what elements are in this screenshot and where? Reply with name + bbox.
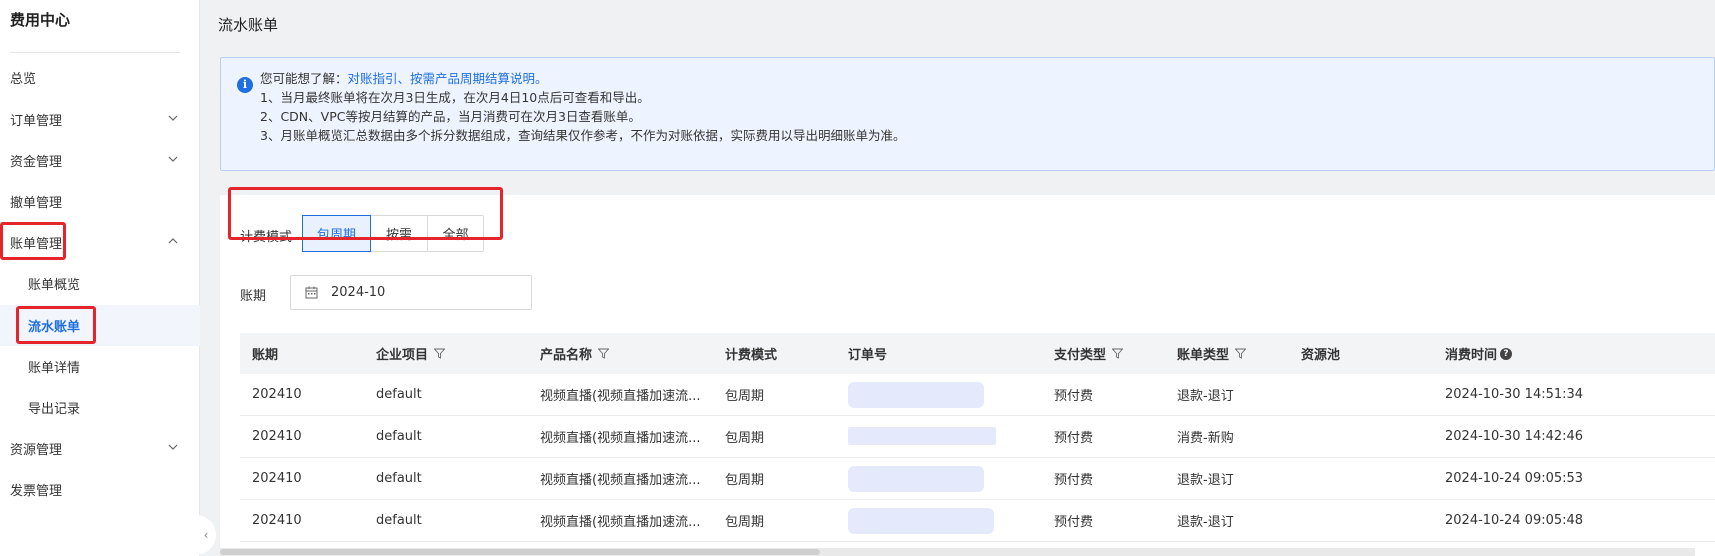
col-period: 账期 [252, 348, 279, 363]
chevron-down-icon [168, 115, 178, 121]
redacted-order-number [848, 508, 994, 534]
filter-icon[interactable] [1112, 348, 1124, 359]
highlight-box [16, 306, 96, 344]
transactions-table: 账期 企业项目 产品名称 计费模式 订单号 支付类型 账单类型 资源池 消费时间… [240, 333, 1715, 542]
cell-billing-mode: 包周期 [725, 431, 765, 446]
info-icon: i [237, 77, 253, 93]
sidebar-item-label: 导出记录 [28, 402, 81, 417]
sidebar-item-resources[interactable]: 资源管理 [0, 428, 200, 469]
cell-enterprise-project: default [376, 429, 422, 444]
cell-billing-mode: 包周期 [725, 389, 765, 404]
page-title: 流水账单 [218, 16, 279, 34]
col-order-number: 订单号 [848, 348, 888, 363]
sidebar-item-label: 总览 [10, 72, 37, 87]
cell-consumption-time: 2024-10-24 09:05:48 [1445, 513, 1584, 528]
sidebar-item-label: 发票管理 [10, 484, 63, 499]
cell-bill-type: 退款-退订 [1177, 515, 1234, 530]
sidebar: 费用中心 总览 订单管理 资金管理 撤单管理 账单管理 账单概览 流水账单 账单… [0, 0, 200, 556]
sidebar-item-label: 账单概览 [28, 278, 81, 293]
notice-line-1: 1、当月最终账单将在次月3日生成，在次月4日10点后可查看和导出。 [260, 90, 650, 105]
cell-product-name: 视频直播(视频直播加速流... [540, 515, 701, 530]
sidebar-item-label: 账单详情 [28, 361, 81, 376]
chevron-down-icon [168, 444, 178, 450]
col-consumption-time: 消费时间? [1445, 333, 1513, 374]
sidebar-title: 费用中心 [10, 11, 71, 29]
redacted-order-number [848, 382, 984, 408]
col-enterprise-project[interactable]: 企业项目 [376, 333, 446, 374]
table-row[interactable]: 202410 default 视频直播(视频直播加速流... 包周期 预付费 消… [240, 416, 1715, 458]
cell-payment-type: 预付费 [1054, 515, 1094, 530]
cell-bill-type: 消费-新购 [1177, 431, 1234, 446]
table-row[interactable]: 202410 default 视频直播(视频直播加速流... 包周期 预付费 退… [240, 500, 1715, 542]
notice-intro: 您可能想了解： [260, 71, 348, 86]
col-bill-type[interactable]: 账单类型 [1177, 333, 1247, 374]
cell-period: 202410 [252, 513, 302, 528]
notice-intro-line: 您可能想了解：对账指引、按需产品周期结算说明。 [260, 68, 548, 87]
sidebar-divider [10, 52, 180, 53]
redacted-order-number [848, 466, 984, 492]
calendar-icon [305, 286, 318, 299]
cell-period: 202410 [252, 387, 302, 402]
highlight-box [0, 222, 66, 260]
notice-banner: i 您可能想了解：对账指引、按需产品周期结算说明。 1、当月最终账单将在次月3日… [220, 57, 1715, 171]
horizontal-scrollbar[interactable] [220, 548, 1695, 556]
table-row[interactable]: 202410 default 视频直播(视频直播加速流... 包周期 预付费 退… [240, 374, 1715, 416]
cell-product-name: 视频直播(视频直播加速流... [540, 473, 701, 488]
period-label: 账期 [240, 289, 267, 304]
cell-consumption-time: 2024-10-24 09:05:53 [1445, 471, 1584, 486]
cell-payment-type: 预付费 [1054, 389, 1094, 404]
sidebar-item-cancel-orders[interactable]: 撤单管理 [0, 181, 200, 222]
period-date-picker[interactable]: 2024-10 [290, 275, 532, 310]
cell-payment-type: 预付费 [1054, 473, 1094, 488]
col-billing-mode: 计费模式 [725, 348, 778, 363]
scrollbar-thumb[interactable] [220, 549, 820, 555]
col-resource-pool: 资源池 [1301, 348, 1341, 363]
table-header: 账期 企业项目 产品名称 计费模式 订单号 支付类型 账单类型 资源池 消费时间… [240, 333, 1715, 374]
filter-icon[interactable] [1235, 348, 1247, 359]
cell-consumption-time: 2024-10-30 14:51:34 [1445, 387, 1584, 402]
col-payment-type[interactable]: 支付类型 [1054, 333, 1124, 374]
cell-period: 202410 [252, 471, 302, 486]
sidebar-item-label: 资源管理 [10, 443, 63, 458]
sidebar-item-label: 订单管理 [10, 114, 63, 129]
sidebar-item-invoices[interactable]: 发票管理 [0, 469, 200, 510]
cell-consumption-time: 2024-10-30 14:42:46 [1445, 429, 1584, 444]
redacted-order-number [848, 427, 996, 445]
cell-enterprise-project: default [376, 471, 422, 486]
cell-product-name: 视频直播(视频直播加速流... [540, 389, 701, 404]
highlight-box [228, 187, 503, 240]
bill-panel: 计费模式 包周期 按需 全部 账期 2024-10 账期 企业项目 产品名称 计… [220, 187, 1715, 556]
sidebar-item-label: 资金管理 [10, 155, 63, 170]
cell-enterprise-project: default [376, 513, 422, 528]
period-value: 2024-10 [331, 285, 386, 300]
sidebar-item-label: 撤单管理 [10, 196, 63, 211]
cell-bill-type: 退款-退订 [1177, 389, 1234, 404]
sidebar-item-orders[interactable]: 订单管理 [0, 99, 200, 140]
sidebar-item-bill-details[interactable]: 账单详情 [0, 346, 200, 387]
sidebar-item-bill-overview[interactable]: 账单概览 [0, 263, 200, 304]
notice-line-2: 2、CDN、VPC等按月结算的产品，当月消费可在次月3日查看账单。 [260, 109, 641, 124]
cell-payment-type: 预付费 [1054, 431, 1094, 446]
sidebar-item-overview[interactable]: 总览 [0, 57, 200, 98]
filter-icon[interactable] [598, 348, 610, 359]
filter-icon[interactable] [434, 348, 446, 359]
help-icon[interactable]: ? [1500, 347, 1513, 360]
sidebar-item-export-records[interactable]: 导出记录 [0, 387, 200, 428]
cell-product-name: 视频直播(视频直播加速流... [540, 431, 701, 446]
chevron-down-icon [168, 156, 178, 162]
notice-link[interactable]: 对账指引、按需产品周期结算说明。 [348, 71, 548, 86]
notice-line-3: 3、月账单概览汇总数据由多个拆分数据组成，查询结果仅作参考，不作为对账依据，实际… [260, 128, 906, 143]
sidebar-item-funds[interactable]: 资金管理 [0, 140, 200, 181]
cell-bill-type: 退款-退订 [1177, 473, 1234, 488]
cell-enterprise-project: default [376, 387, 422, 402]
col-product-name[interactable]: 产品名称 [540, 333, 610, 374]
main-content: 流水账单 i 您可能想了解：对账指引、按需产品周期结算说明。 1、当月最终账单将… [200, 0, 1715, 556]
cell-period: 202410 [252, 429, 302, 444]
table-row[interactable]: 202410 default 视频直播(视频直播加速流... 包周期 预付费 退… [240, 458, 1715, 500]
cell-billing-mode: 包周期 [725, 515, 765, 530]
chevron-up-icon [168, 238, 178, 244]
cell-billing-mode: 包周期 [725, 473, 765, 488]
